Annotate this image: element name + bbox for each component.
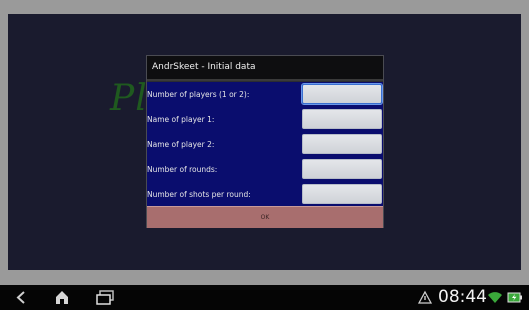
system-navigation-bar: 08:44 xyxy=(0,285,529,310)
back-icon[interactable] xyxy=(14,289,28,306)
home-icon[interactable] xyxy=(54,289,70,306)
field-row-player2: Name of player 2: xyxy=(147,134,383,156)
shots-per-round-input[interactable] xyxy=(302,184,382,204)
battery-icon xyxy=(507,292,522,303)
player2-name-input[interactable] xyxy=(302,134,382,154)
ok-button[interactable]: OK xyxy=(147,206,383,228)
dialog-title: AndrSkeet - Initial data xyxy=(147,56,383,81)
field-row-shots: Number of shots per round: xyxy=(147,184,383,206)
field-label-rounds: Number of rounds: xyxy=(147,165,218,174)
field-label-shots: Number of shots per round: xyxy=(147,190,251,199)
warning-icon xyxy=(418,290,432,304)
status-time: 08:44 xyxy=(438,287,487,307)
field-label-player2: Name of player 2: xyxy=(147,140,215,149)
field-label-player1: Name of player 1: xyxy=(147,115,215,124)
recent-apps-icon[interactable] xyxy=(95,289,115,306)
dialog-body: Number of players (1 or 2): Name of play… xyxy=(147,82,383,206)
wifi-icon xyxy=(488,292,502,303)
players-count-input[interactable] xyxy=(302,84,382,104)
field-row-player1: Name of player 1: xyxy=(147,109,383,131)
field-row-players: Number of players (1 or 2): xyxy=(147,84,383,106)
rounds-input[interactable] xyxy=(302,159,382,179)
field-label-players: Number of players (1 or 2): xyxy=(147,90,250,99)
initial-data-dialog: AndrSkeet - Initial data Number of playe… xyxy=(146,55,384,228)
player1-name-input[interactable] xyxy=(302,109,382,129)
field-row-rounds: Number of rounds: xyxy=(147,159,383,181)
